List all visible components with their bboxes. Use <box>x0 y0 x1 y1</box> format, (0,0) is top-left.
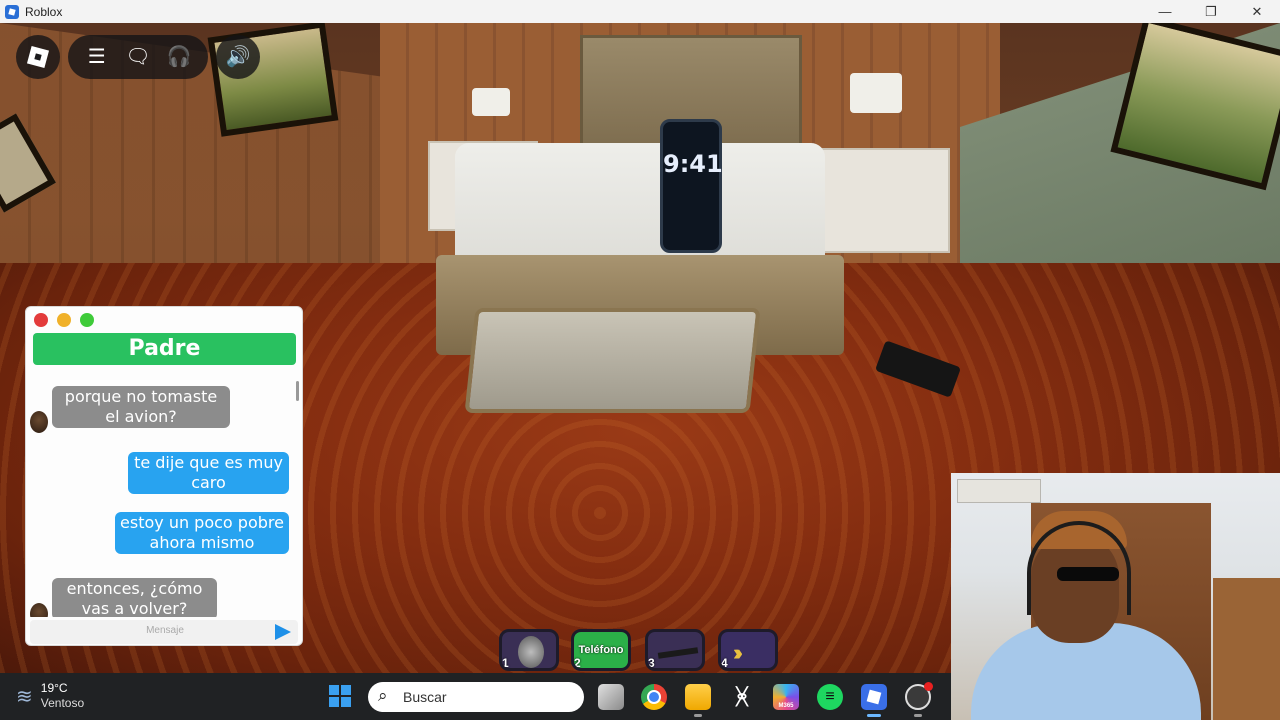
recording-badge-icon <box>924 682 933 691</box>
message-input[interactable]: Mensaje <box>30 620 298 644</box>
speed-boost-icon: ››› <box>733 640 743 665</box>
mask-icon <box>518 636 544 668</box>
capcut-icon[interactable]: ᚸ <box>729 684 755 710</box>
spotify-icon[interactable]: ≡ <box>817 684 843 710</box>
roblox-app-icon <box>5 4 19 19</box>
volume-button[interactable]: 🔊 <box>216 35 260 79</box>
window-titlebar: Roblox — ❐ ✕ <box>0 0 1280 23</box>
running-indicator <box>914 714 922 717</box>
minimize-button[interactable]: — <box>1142 0 1188 23</box>
send-icon[interactable] <box>275 624 291 640</box>
chat-contact-name: Padre <box>33 333 296 365</box>
message-bubble-outgoing: te dije que es muy caro <box>128 452 289 494</box>
roblox-topbar-pill: ☰ 🗨 🎧 <box>68 35 208 79</box>
sunglasses <box>1057 567 1119 581</box>
cabinet <box>1213 578 1280 720</box>
message-bubble-incoming: porque no tomaste el avion? <box>52 386 230 428</box>
window-title: Roblox <box>25 4 63 19</box>
m365-label: M365 <box>778 703 794 709</box>
headset-icon[interactable]: 🎧 <box>165 47 193 67</box>
maximize-button[interactable]: ❐ <box>1188 0 1234 23</box>
file-explorer-icon[interactable] <box>685 684 711 710</box>
weather-condition: Ventoso <box>40 696 85 710</box>
slot-label: Teléfono <box>578 644 624 656</box>
slot-number: 1 <box>502 656 509 670</box>
avatar <box>30 411 48 433</box>
chat-phone-panel: Padre porque no tomaste el avion? te dij… <box>25 306 303 646</box>
hotbar-slot-3[interactable]: 3 <box>645 629 705 671</box>
start-icon[interactable] <box>329 685 351 707</box>
rifle-icon <box>657 647 699 659</box>
search-placeholder: Buscar <box>403 689 447 705</box>
air-conditioner <box>957 479 1041 503</box>
speaker-icon: 🔊 <box>225 46 251 68</box>
slot-number: 4 <box>721 656 728 670</box>
phone-clock: 9:41 <box>663 150 723 178</box>
window-dots <box>34 313 94 327</box>
webcam-overlay <box>951 473 1280 720</box>
lamp <box>850 73 902 113</box>
window-controls: — ❐ ✕ <box>1142 0 1280 23</box>
message-bubble-incoming: entonces, ¿cómo vas a volver? <box>52 578 217 617</box>
maximize-dot-icon[interactable] <box>80 313 94 327</box>
slot-number: 3 <box>648 656 655 670</box>
close-button[interactable]: ✕ <box>1234 0 1280 23</box>
chat-scrollbar[interactable] <box>296 381 299 401</box>
chat-icon[interactable]: 🗨 <box>124 47 152 67</box>
phone-prop[interactable]: 9:41 <box>660 119 723 253</box>
chrome-icon[interactable] <box>641 684 667 710</box>
running-indicator <box>694 714 702 717</box>
avatar <box>30 603 48 617</box>
task-view-icon[interactable] <box>598 684 624 710</box>
bench <box>464 308 761 413</box>
hotbar-slot-4[interactable]: ››› 4 <box>718 629 778 671</box>
message-bubble-outgoing: estoy un poco pobre ahora mismo <box>115 512 289 554</box>
close-dot-icon[interactable] <box>34 313 48 327</box>
windows-taskbar: ≋ 19°C Ventoso ⌕ Buscar ᚸ M365 ≡ <box>0 673 951 720</box>
message-input-placeholder: Mensaje <box>146 625 184 636</box>
minimize-dot-icon[interactable] <box>57 313 71 327</box>
roblox-logo-icon <box>26 45 50 69</box>
microsoft-365-icon[interactable]: M365 <box>773 684 799 710</box>
active-indicator <box>867 714 881 717</box>
roblox-icon[interactable] <box>861 684 887 710</box>
hotbar-slot-2[interactable]: Teléfono 2 <box>571 629 631 671</box>
nightstand <box>815 148 950 253</box>
obs-icon[interactable] <box>905 682 933 710</box>
weather-widget[interactable]: ≋ 19°C Ventoso <box>16 681 84 711</box>
search-input[interactable]: ⌕ Buscar <box>368 682 584 712</box>
slot-number: 2 <box>574 656 581 670</box>
wind-icon: ≋ <box>16 685 33 708</box>
message-list[interactable]: porque no tomaste el avion? te dije que … <box>26 381 296 617</box>
weather-temperature: 19°C <box>40 681 68 695</box>
hotbar-slot-1[interactable]: 1 <box>499 629 559 671</box>
lamp <box>472 88 510 116</box>
hamburger-menu-icon[interactable]: ☰ <box>83 47 111 67</box>
search-icon: ⌕ <box>378 686 388 705</box>
roblox-menu-button[interactable] <box>16 35 60 79</box>
